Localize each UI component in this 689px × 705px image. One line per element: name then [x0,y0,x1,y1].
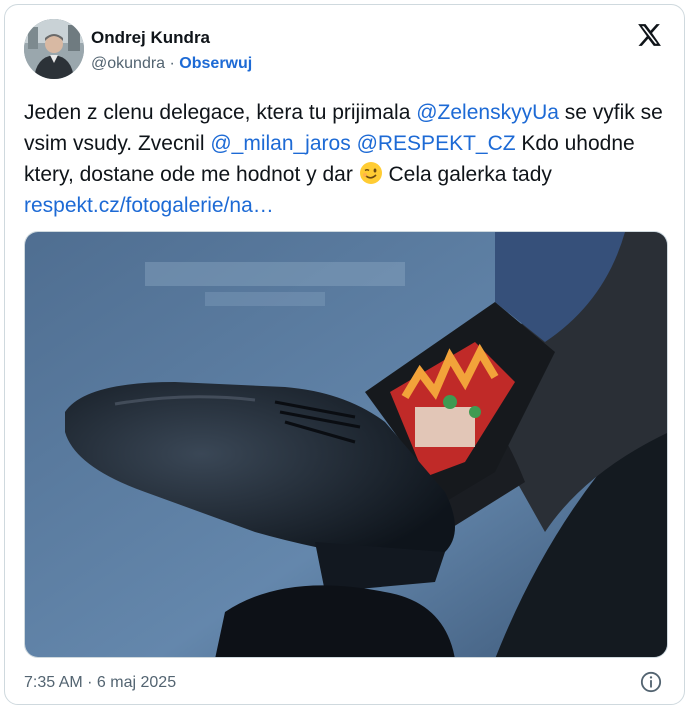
external-link[interactable]: respekt.cz/fotogalerie/na… [24,194,274,217]
mention-link[interactable]: @_milan_jaros [210,132,350,155]
avatar-photo [24,19,84,79]
mention-link[interactable]: @ZelenskyyUa [416,101,559,124]
x-logo-icon[interactable] [636,22,662,48]
follow-button[interactable]: Obserwuj [179,55,252,72]
info-icon[interactable] [640,671,662,693]
author-handle-row: @okundra · Obserwuj [91,55,252,73]
tweet-timestamp[interactable]: 7:35 AM · 6 maj 2025 [24,674,176,692]
tweet-card: Ondrej Kundra @okundra · Obserwuj Jeden … [4,4,685,705]
mention-link[interactable]: @RESPEKT_CZ [357,132,516,155]
avatar[interactable] [24,19,84,79]
author-handle[interactable]: @okundra [91,55,165,72]
tweet-text-part: Cela galerka tady [382,163,552,186]
tweet-text-part: Jeden z clenu delegace, ktera tu prijima… [24,101,417,124]
winking-face-emoji-icon [359,162,382,184]
tweet-photo[interactable] [24,231,668,658]
separator-dot: · [169,55,175,72]
author-name[interactable]: Ondrej Kundra [91,28,210,48]
photo-shoe-sock [25,232,667,657]
tweet-text: Jeden z clenu delegace, ktera tu prijima… [24,97,664,221]
